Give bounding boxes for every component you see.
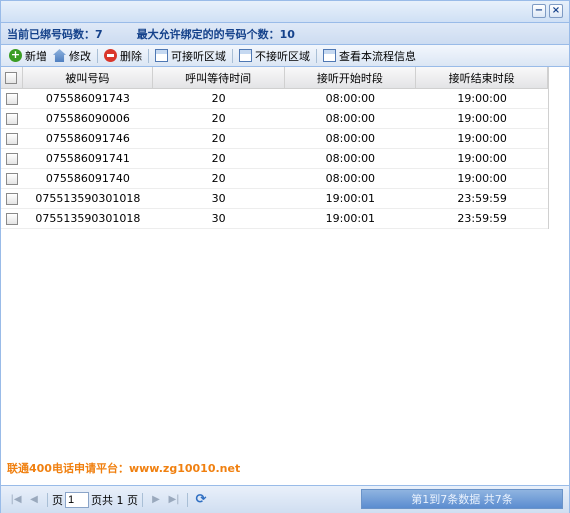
table-row[interactable]: 075586091743 20 08:00:00 19:00:00	[1, 89, 548, 109]
row-checkbox[interactable]	[5, 212, 18, 225]
add-label: 新增	[25, 49, 47, 63]
start-time-cell: 19:00:01	[325, 192, 376, 205]
close-button[interactable]: ×	[549, 4, 563, 18]
end-time-cell: 19:00:00	[457, 92, 507, 105]
bound-numbers-window: − × 当前已绑号码数：7 最大允许绑定的的号码个数：10 + 新增 修改 删除…	[0, 0, 570, 513]
row-checkbox[interactable]	[5, 172, 18, 185]
add-button[interactable]: + 新增	[6, 47, 50, 65]
called-number-cell: 075586091741	[45, 152, 130, 165]
table-row[interactable]: 075586090006 20 08:00:00 19:00:00	[1, 109, 548, 129]
toolbar-separator	[316, 48, 317, 63]
toolbar: + 新增 修改 删除 可接听区域 不接听区域 查看本流程信息	[1, 45, 569, 67]
first-page-icon[interactable]: |◀	[9, 493, 23, 507]
paging-info: 第1到7条数据 共7条	[361, 489, 563, 509]
wait-time-cell: 20	[211, 152, 226, 165]
called-number-cell: 075586090006	[45, 112, 130, 125]
wait-time-cell: 20	[211, 112, 226, 125]
edit-button[interactable]: 修改	[50, 47, 94, 65]
row-checkbox[interactable]	[5, 152, 18, 165]
wait-time-cell: 20	[211, 172, 226, 185]
wait-time-cell: 20	[211, 92, 226, 105]
table-row[interactable]: 075513590301018 30 19:00:01 23:59:59	[1, 209, 548, 229]
last-page-icon[interactable]: ▶|	[167, 493, 181, 507]
start-time-cell: 08:00:00	[325, 92, 376, 105]
start-time-cell: 08:00:00	[325, 132, 376, 145]
called-number-cell: 075586091743	[45, 92, 130, 105]
wait-time-cell: 30	[211, 212, 226, 225]
end-time-cell: 23:59:59	[457, 212, 507, 225]
edit-label: 修改	[69, 49, 91, 63]
blocked-area-label: 不接听区域	[255, 49, 310, 63]
end-time-cell: 19:00:00	[457, 132, 507, 145]
window-icon	[155, 49, 168, 62]
prev-page-icon[interactable]: ◀	[27, 493, 41, 507]
grid-header: 被叫号码 呼叫等待时间 接听开始时段 接听结束时段	[1, 67, 549, 89]
edit-icon	[53, 49, 66, 62]
pager-separator	[187, 492, 188, 507]
refresh-icon[interactable]: ⟳	[194, 492, 208, 507]
row-checkbox[interactable]	[5, 132, 18, 145]
header-start-time[interactable]: 接听开始时段	[285, 67, 417, 88]
pager-separator	[47, 492, 48, 507]
called-number-cell: 075513590301018	[35, 192, 141, 205]
binding-summary-bar: 当前已绑号码数：7 最大允许绑定的的号码个数：10	[1, 23, 569, 45]
window-titlebar: − ×	[1, 1, 569, 23]
start-time-cell: 08:00:00	[325, 172, 376, 185]
end-time-cell: 19:00:00	[457, 112, 507, 125]
start-time-cell: 08:00:00	[325, 152, 376, 165]
next-page-icon[interactable]: ▶	[149, 493, 163, 507]
max-allowed-text: 最大允许绑定的的号码个数：10	[136, 27, 295, 41]
called-number-cell: 075586091740	[45, 172, 130, 185]
row-checkbox[interactable]	[5, 112, 18, 125]
view-flow-button[interactable]: 查看本流程信息	[320, 47, 419, 65]
window-icon	[323, 49, 336, 62]
select-all-cell	[1, 67, 23, 88]
delete-label: 删除	[120, 49, 142, 63]
end-time-cell: 19:00:00	[457, 152, 507, 165]
start-time-cell: 08:00:00	[325, 112, 376, 125]
add-icon: +	[9, 48, 22, 62]
called-number-cell: 075586091746	[45, 132, 130, 145]
end-time-cell: 19:00:00	[457, 172, 507, 185]
row-checkbox[interactable]	[5, 92, 18, 105]
wait-time-cell: 30	[211, 192, 226, 205]
numbers-grid: 被叫号码 呼叫等待时间 接听开始时段 接听结束时段 075586091743 2…	[1, 67, 549, 229]
table-row[interactable]: 075513590301018 30 19:00:01 23:59:59	[1, 189, 548, 209]
page-total-label: 页共 1 页	[91, 493, 138, 507]
table-row[interactable]: 075586091741 20 08:00:00 19:00:00	[1, 149, 548, 169]
header-called-number[interactable]: 被叫号码	[23, 67, 153, 88]
start-time-cell: 19:00:01	[325, 212, 376, 225]
end-time-cell: 23:59:59	[457, 192, 507, 205]
page-number-input[interactable]	[65, 491, 89, 508]
minimize-button[interactable]: −	[532, 4, 546, 18]
called-number-cell: 075513590301018	[35, 212, 141, 225]
select-all-checkbox[interactable]	[5, 71, 18, 84]
toolbar-separator	[97, 48, 98, 63]
promo-link[interactable]: 联通400电话申请平台：www.zg10010.net	[7, 460, 240, 476]
toolbar-separator	[148, 48, 149, 63]
table-row[interactable]: 075586091740 20 08:00:00 19:00:00	[1, 169, 548, 189]
pager-separator	[142, 492, 143, 507]
bound-count-text: 当前已绑号码数：7	[7, 27, 103, 41]
blocked-area-button[interactable]: 不接听区域	[236, 47, 313, 65]
allowed-area-button[interactable]: 可接听区域	[152, 47, 229, 65]
window-controls: − ×	[532, 4, 563, 18]
page-prefix-label: 页	[52, 493, 63, 507]
window-icon	[239, 49, 252, 62]
toolbar-separator	[232, 48, 233, 63]
paging-toolbar: |◀ ◀ 页 页共 1 页 ▶ ▶| ⟳ 第1到7条数据 共7条	[1, 485, 569, 513]
wait-time-cell: 20	[211, 132, 226, 145]
table-row[interactable]: 075586091746 20 08:00:00 19:00:00	[1, 129, 548, 149]
header-end-time[interactable]: 接听结束时段	[416, 67, 549, 88]
row-checkbox[interactable]	[5, 192, 18, 205]
view-flow-label: 查看本流程信息	[339, 49, 416, 63]
allowed-area-label: 可接听区域	[171, 49, 226, 63]
header-wait-time[interactable]: 呼叫等待时间	[153, 67, 285, 88]
delete-icon	[104, 49, 117, 62]
delete-button[interactable]: 删除	[101, 47, 145, 65]
